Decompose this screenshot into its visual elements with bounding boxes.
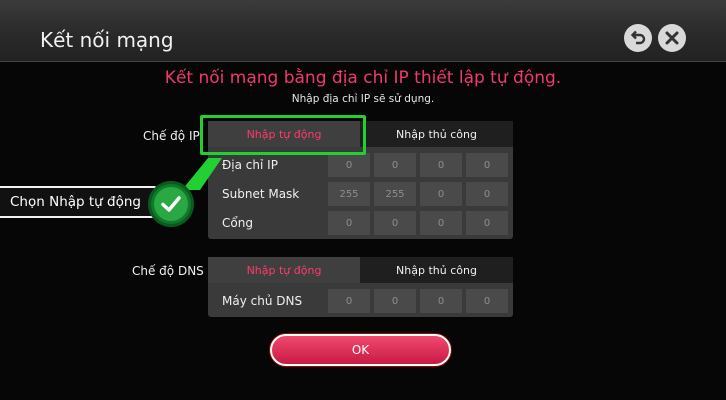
dns-server-octet-4: 0 [466,289,508,313]
status-subline: Nhập địa chỉ IP sẽ sử dụng. [291,93,435,105]
dns-server-octet-3: 0 [420,289,462,313]
gateway-octet-1: 0 [328,211,370,235]
ip-mode-manual-tab[interactable]: Nhập thủ công [360,121,513,147]
auto-mode-highlight [200,115,366,155]
dns-mode-auto-tab[interactable]: Nhập tự động [208,257,360,283]
dns-mode-label: Chế độ DNS [132,264,204,278]
gateway-octet-3: 0 [420,211,462,235]
subnet-mask-octet-1: 255 [328,182,370,206]
subnet-mask-octet-4: 0 [466,182,508,206]
title-bar: Kết nối mạng [0,0,726,62]
ip-address-octet-3: 0 [420,153,462,177]
subnet-mask-octet-2: 255 [374,182,416,206]
dns-server-label: Máy chủ DNS [222,294,303,308]
ip-address-octet-1: 0 [328,153,370,177]
status-headline: Kết nối mạng bằng địa chỉ IP thiết lập t… [164,68,562,88]
back-arrow-icon [630,30,646,45]
close-button[interactable] [658,24,686,52]
ip-address-label: Địa chỉ IP [222,158,278,172]
ip-mode-label: Chế độ IP [143,129,200,143]
check-badge [148,181,194,227]
ip-address-octet-2: 0 [374,153,416,177]
callout-label: Chọn Nhập tự động [0,186,158,218]
page-title: Kết nối mạng [40,28,174,52]
subnet-mask-label: Subnet Mask [222,187,300,201]
checkmark-icon [154,187,188,221]
gateway-octet-2: 0 [374,211,416,235]
ip-address-octet-4: 0 [466,153,508,177]
close-icon [665,31,679,45]
callout-connector [182,158,222,190]
gateway-octet-4: 0 [466,211,508,235]
dns-server-octet-1: 0 [328,289,370,313]
gateway-label: Cổng [222,216,253,230]
back-button[interactable] [624,24,652,52]
dns-server-octet-2: 0 [374,289,416,313]
ok-button[interactable]: OK [270,334,451,366]
subnet-mask-octet-3: 0 [420,182,462,206]
dns-mode-manual-tab[interactable]: Nhập thủ công [360,257,513,283]
